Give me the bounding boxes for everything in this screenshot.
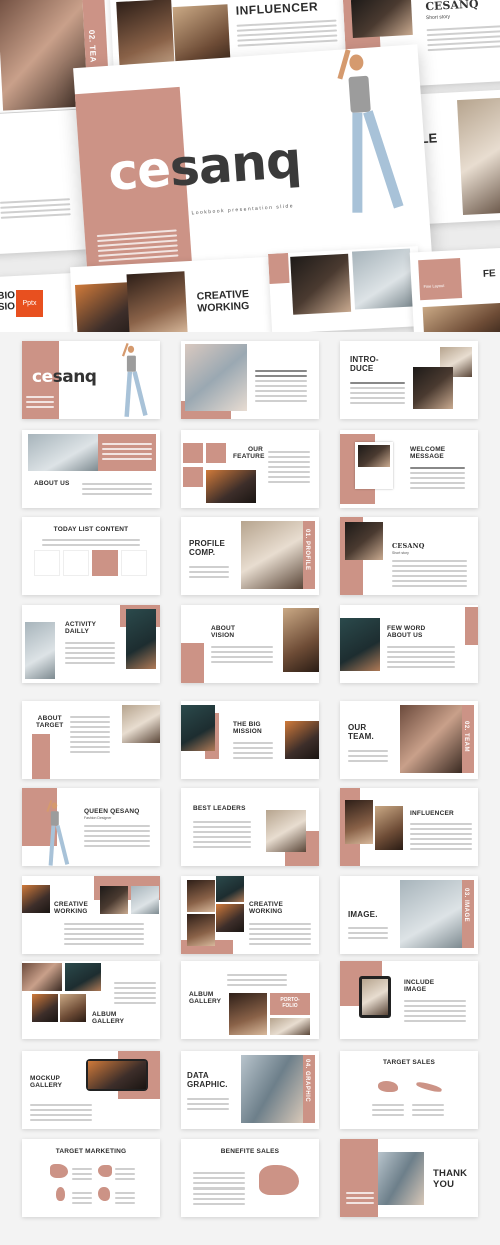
slide-leaders[interactable]: BEST LEADERS [181,788,319,866]
slide-creative-b[interactable]: CREATIVE WORKING [181,876,319,954]
slide-story[interactable]: CESANQ Short story [340,517,478,595]
creative-photo-1 [74,282,134,332]
bg-slide-creative: CREATIVE WORKING [70,256,274,332]
pptx-format-badge: Pptx [16,290,43,317]
slide-title: WELCOME MESSAGE [410,446,446,460]
slide-title: ACTIVITY DAILLY [65,621,97,635]
slide-tab: 04. GRAPHIC [304,1059,310,1103]
slide-today-list[interactable]: TODAY LIST CONTENT [22,517,160,595]
bg-slide-creative-2 [268,246,422,332]
slide-creative-a[interactable]: CREATIVE WORKING [22,876,160,954]
slide-about-us[interactable]: ABOUT US [22,430,160,508]
bg-slide-feature: Fine Layout FE [409,247,500,332]
hero-cover-slide: cesanq Lookbook presentation slide [73,44,432,278]
story-subtitle: Short story [425,13,451,22]
slide-title: INTRO- DUCE [350,355,379,373]
slide-few-word[interactable]: FEW WORD ABOUT US [340,605,478,683]
slide-benefite-sales[interactable]: BENEFITE SALES [181,1139,319,1217]
slide-title: QUEEN QESANQ [84,808,140,815]
feature-partial-title: FE [482,268,497,280]
slide-team[interactable]: OUR TEAM. 02. TEAM [340,701,478,779]
cover-title: cesanq [32,367,97,387]
slide-title: BEST LEADERS [193,805,246,812]
slide-title: TARGET SALES [382,1059,436,1066]
china-map-icon [378,1081,398,1092]
model-photo [324,46,406,230]
slide-album-a[interactable]: ALBUM GALLERY [22,961,160,1039]
slide-include-image[interactable]: INCLUDE IMAGE [340,961,478,1039]
bg-slide-left [0,109,89,255]
slide-target[interactable]: ABOUT TARGET [22,701,160,779]
slide-title: ABOUT US [34,480,70,487]
slide-thank-you[interactable]: THANK YOU [340,1139,478,1217]
slide-image[interactable]: IMAGE. 03. IMAGE [340,876,478,954]
slide-queen[interactable]: QUEEN QESANQ Fashion Designer [22,788,160,866]
slide-title: FEW WORD ABOUT US [387,625,426,639]
slide-title: OUR FEATURE [233,446,265,460]
slide-title: INCLUDE IMAGE [404,979,435,993]
portfolio-label: PORTO- FOLIO [280,997,300,1009]
slide-target-marketing[interactable]: TARGET MARKETING [22,1139,160,1217]
slide-activity[interactable]: ACTIVITY DAILLY [22,605,160,683]
brand-subtitle: Lookbook presentation slide [191,203,295,217]
slide-mission[interactable]: THE BIG MISSION [181,701,319,779]
slide-introduce[interactable]: INTRO- DUCE [340,341,478,419]
indonesia-map-icon [415,1080,443,1094]
bio-title: BIO SIO [0,290,16,313]
eye-photo [28,434,98,471]
fine-layout-card [418,258,463,301]
africa-map-icon [98,1187,110,1201]
slide-title: CREATIVE WORKING [249,901,283,915]
asia-map-icon [259,1165,299,1195]
south-america-map-icon [56,1187,65,1201]
creative-photo-3 [290,253,352,315]
slide-title: ABOUT VISION [211,625,236,639]
slide-vision[interactable]: ABOUT VISION [181,605,319,683]
slide-title: INFLUENCER [410,810,454,817]
slide-title: ALBUM GALLERY [189,991,222,1005]
creative-title: CREATIVE WORKING [196,287,250,315]
slide-title: TODAY LIST CONTENT [53,526,129,533]
slide-feature[interactable]: OUR FEATURE [181,430,319,508]
slide-title: OUR TEAM. [348,723,374,741]
slide-graphic[interactable]: DATA GRAPHIC. 04. GRAPHIC [181,1051,319,1129]
slide-street[interactable] [181,341,319,419]
north-america-map-icon [50,1164,68,1178]
hero-collage: 02. TEA INFLUENCER CESANQ Short story FI… [0,0,500,332]
slide-tab: 03. IMAGE [463,888,469,923]
slide-mockup[interactable]: MOCKUP GALLERY [22,1051,160,1129]
slide-tab: 01. PROFILE [304,529,310,571]
slide-influencer[interactable]: INFLUENCER [340,788,478,866]
street-photo [185,344,247,411]
creative-photo-4 [351,248,413,310]
slide-subtitle: Fashion Designer [84,816,112,820]
slide-title: CESANQ [392,542,425,550]
slide-title: CREATIVE WORKING [54,901,88,915]
brand-title: cesanq [106,130,303,203]
slide-title: PROFILE COMP. [189,539,226,557]
slide-cover[interactable]: cesanq [22,341,160,419]
profile-photo [457,97,500,216]
slide-welcome[interactable]: WELCOME MESSAGE [340,430,478,508]
story-title: CESANQ [425,0,479,14]
slide-tab: 02. TEAM [463,721,469,753]
europe-map-icon [98,1165,112,1177]
team-tab-label: 02. TEA [87,29,98,63]
creative-photo-2 [126,271,188,332]
influencer-title: INFLUENCER [235,0,319,18]
slide-title: IMAGE. [348,910,378,919]
slide-title: ABOUT TARGET [36,715,64,729]
slide-title: BENEFITE SALES [220,1148,280,1155]
slide-subtitle: Short story [392,551,409,555]
slide-title: MOCKUP GALLERY [30,1075,63,1089]
slide-title: DATA GRAPHIC. [187,1071,228,1089]
slide-title: THE BIG MISSION [233,721,262,735]
slide-title: TARGET MARKETING [55,1148,127,1155]
slide-profile[interactable]: PROFILE COMP. 01. PROFILE [181,517,319,595]
slide-target-sales[interactable]: TARGET SALES [340,1051,478,1129]
slide-title: ALBUM GALLERY [92,1011,125,1025]
slide-title: THANK YOU [433,1168,468,1190]
slide-album-b[interactable]: ALBUM GALLERY PORTO- FOLIO [181,961,319,1039]
story-photo [350,0,413,39]
